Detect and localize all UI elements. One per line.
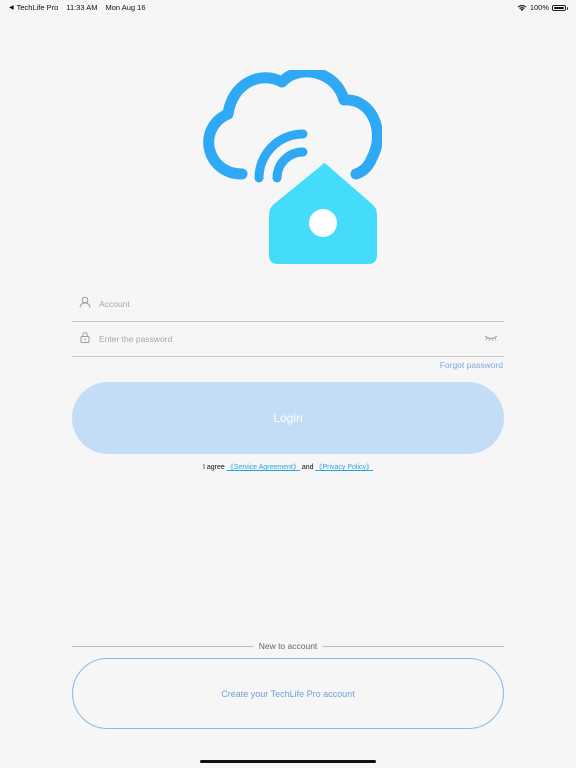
wifi-icon: [517, 4, 527, 11]
new-account-divider-label: New to account: [258, 641, 318, 651]
forgot-password-link[interactable]: Forgot password: [440, 360, 503, 370]
privacy-policy-link[interactable]: 《Privacy Policy》: [315, 464, 373, 471]
create-account-button[interactable]: Create your TechLife Pro account: [72, 658, 504, 729]
password-field: [72, 322, 504, 357]
status-right: 100%: [517, 3, 568, 12]
home-indicator[interactable]: [200, 760, 376, 763]
user-icon: [79, 296, 91, 308]
battery-percent: 100%: [529, 3, 549, 12]
login-screen: ◀ TechLife Pro 11:33 AM Mon Aug 16 100%: [0, 0, 576, 768]
password-input[interactable]: [97, 329, 471, 349]
back-app-label[interactable]: TechLife Pro: [17, 3, 59, 12]
battery-icon: [552, 4, 568, 11]
agree-prefix: I agree: [202, 464, 225, 471]
back-arrow-icon[interactable]: ◀: [9, 4, 14, 11]
agreement-text: I agree 《Service Agreement》 and 《Privacy…: [0, 462, 576, 472]
status-time: 11:33 AM: [66, 3, 98, 12]
status-date: Mon Aug 16: [105, 3, 146, 12]
account-field: [72, 287, 504, 322]
app-logo: [203, 70, 382, 264]
account-input[interactable]: [97, 294, 471, 314]
eye-closed-icon[interactable]: [484, 333, 498, 343]
service-agreement-link[interactable]: 《Service Agreement》: [227, 464, 300, 471]
status-left: ◀ TechLife Pro 11:33 AM Mon Aug 16: [9, 3, 146, 12]
status-bar: ◀ TechLife Pro 11:33 AM Mon Aug 16 100%: [0, 0, 576, 14]
agree-and: and: [301, 464, 314, 471]
lock-icon: [80, 332, 90, 343]
login-button[interactable]: Login: [72, 382, 504, 454]
